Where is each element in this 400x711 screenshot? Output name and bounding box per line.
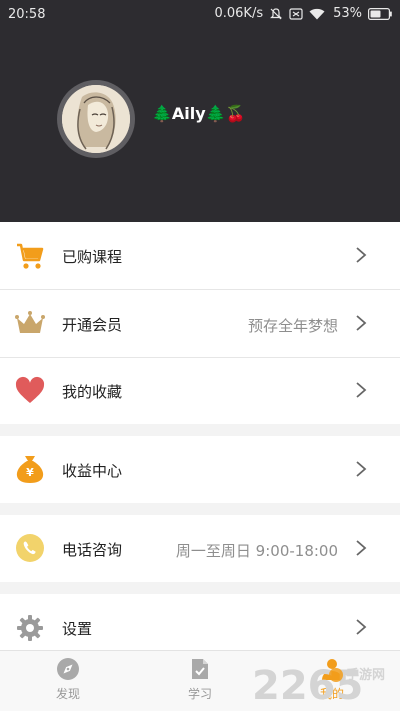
tab-label: 学习: [187, 687, 212, 701]
status-time: 20:58: [8, 7, 46, 22]
tab-study[interactable]: 学习: [160, 651, 240, 711]
profile-header: 20:58 0.06K/s 53% 🌲Aily🌲🍒: [0, 0, 400, 222]
document-check-icon: [192, 659, 208, 679]
chevron-right-icon: [356, 315, 367, 331]
menu-item-phone-consult[interactable]: 电话咨询 周一至周日 9:00-18:00: [0, 515, 400, 582]
svg-text:¥: ¥: [26, 466, 34, 479]
menu-item-earnings[interactable]: ¥ 收益中心: [0, 436, 400, 503]
mute-icon: [269, 7, 283, 21]
watermark-text: 手游网: [346, 667, 385, 683]
menu-item-label: 已购课程: [62, 248, 123, 266]
menu-item-subtitle: 预存全年梦想: [247, 317, 338, 335]
menu-item-membership[interactable]: 开通会员 预存全年梦想: [0, 290, 400, 357]
network-speed: 0.06K/s: [214, 6, 264, 21]
username[interactable]: 🌲Aily🌲🍒: [152, 104, 246, 123]
compass-icon: [57, 658, 79, 680]
money-bag-icon: ¥: [14, 453, 46, 485]
battery-icon: [368, 7, 392, 20]
menu-item-label: 我的收藏: [62, 383, 123, 401]
watermark-logo: 2265 手游网: [252, 663, 385, 709]
status-bar: 20:58 0.06K/s 53%: [0, 0, 400, 30]
battery-percent: 53%: [333, 6, 362, 21]
tab-discover[interactable]: 发现: [28, 651, 108, 711]
menu-item-settings[interactable]: 设置: [0, 594, 400, 650]
chevron-right-icon: [356, 382, 367, 398]
status-indicators: 0.06K/s 53%: [214, 6, 392, 21]
avatar-image: [62, 85, 130, 153]
wifi-icon: [309, 8, 325, 20]
avatar[interactable]: [57, 80, 135, 158]
chevron-right-icon: [356, 247, 367, 263]
menu-item-purchased-courses[interactable]: 已购课程: [0, 222, 400, 289]
menu-item-label: 收益中心: [62, 462, 123, 480]
menu-item-subtitle: 周一至周日 9:00-18:00: [175, 542, 338, 560]
menu-item-label: 设置: [62, 620, 93, 638]
crown-icon: [14, 308, 46, 340]
menu-item-label: 电话咨询: [62, 541, 123, 559]
tab-label: 发现: [55, 687, 80, 701]
menu-item-favorites[interactable]: 我的收藏: [0, 358, 400, 424]
phone-icon: [14, 532, 46, 564]
heart-icon: [14, 375, 46, 407]
cart-icon: [14, 240, 46, 272]
chevron-right-icon: [356, 540, 367, 556]
chevron-right-icon: [356, 619, 367, 635]
gear-icon: [14, 612, 46, 644]
menu-item-label: 开通会员: [62, 316, 123, 334]
sim-icon: [289, 7, 303, 20]
chevron-right-icon: [356, 461, 367, 477]
